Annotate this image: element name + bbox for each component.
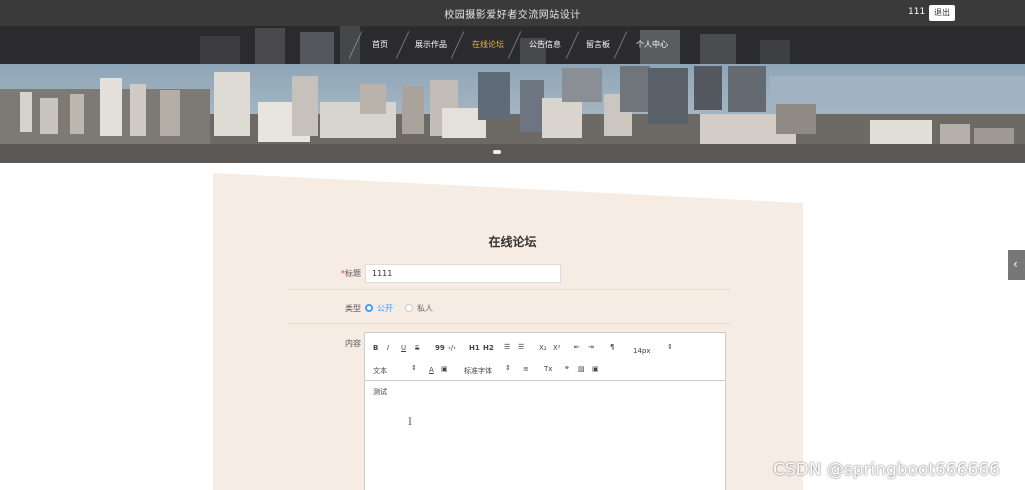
banner-indicator[interactable] — [493, 150, 501, 154]
city-banner-image — [0, 64, 1025, 163]
bullet-list-button[interactable]: ☰ — [518, 343, 524, 351]
italic-button[interactable]: I — [387, 344, 389, 352]
content-field-label: 内容 — [345, 339, 361, 348]
nav-item-forum[interactable]: 在线论坛 — [472, 39, 504, 50]
header1-button[interactable]: H1 — [469, 344, 480, 352]
background-color-button[interactable]: ▣ — [441, 365, 448, 373]
chevron-left-icon: ‹ — [1013, 257, 1018, 271]
subscript-button[interactable]: X₂ — [539, 344, 547, 352]
underline-button[interactable]: U — [401, 344, 406, 352]
video-button[interactable]: ▣ — [592, 365, 599, 373]
ordered-list-button[interactable]: ☰ — [504, 343, 510, 351]
text-direction-button[interactable]: ¶ — [610, 343, 614, 351]
bold-button[interactable]: B — [373, 344, 378, 352]
divider — [288, 289, 730, 290]
divider — [288, 323, 730, 324]
header-select-chevron-icon[interactable]: ⇕ — [411, 364, 417, 372]
type-field-label: 类型 — [345, 304, 361, 313]
link-icon[interactable]: ⚭ — [564, 364, 570, 372]
align-button[interactable]: ≡ — [523, 365, 529, 373]
font-size-select[interactable]: 14px — [633, 347, 651, 355]
font-color-button[interactable]: A — [429, 366, 434, 374]
superscript-button[interactable]: X² — [553, 344, 561, 352]
indent-button[interactable]: ⇥ — [588, 343, 594, 351]
blockquote-button[interactable]: 99 — [435, 344, 445, 352]
nav-item-messages[interactable]: 留言板 — [586, 39, 610, 50]
logout-button[interactable]: 退出 — [929, 5, 955, 21]
title-label-text: 标题 — [345, 269, 361, 278]
radio-public-label[interactable]: 公开 — [377, 303, 393, 314]
watermark: CSDN @springboot666666 — [773, 460, 1000, 480]
code-block-button[interactable]: ‹/› — [448, 344, 456, 352]
title-field-label: *标题 — [341, 268, 361, 279]
editor-toolbar: B I U S 99 ‹/› H1 H2 ☰ ☰ X₂ X² ⇤ ⇥ ¶ 14p… — [365, 333, 725, 381]
top-bar: 校园摄影爱好者交流网站设计 111 退出 — [0, 0, 1025, 26]
nav-item-notices[interactable]: 公告信息 — [529, 39, 561, 50]
radio-private[interactable] — [405, 304, 413, 312]
radio-private-label[interactable]: 私人 — [417, 303, 433, 314]
header2-button[interactable]: H2 — [483, 344, 494, 352]
outdent-button[interactable]: ⇤ — [574, 343, 580, 351]
text-cursor-icon: I — [408, 417, 412, 428]
nav-item-profile[interactable]: 个人中心 — [636, 39, 668, 50]
page-title: 在线论坛 — [488, 235, 537, 249]
title-input[interactable] — [365, 264, 561, 283]
side-panel-toggle[interactable]: ‹ — [1008, 250, 1025, 280]
rich-text-editor[interactable]: B I U S 99 ‹/› H1 H2 ☰ ☰ X₂ X² ⇤ ⇥ ¶ 14p… — [364, 332, 726, 490]
font-size-chevron-icon[interactable]: ⇕ — [667, 343, 673, 351]
strike-button[interactable]: S — [415, 344, 419, 352]
image-button[interactable]: ▨ — [578, 365, 585, 373]
current-user-name: 111 — [908, 7, 926, 17]
font-family-chevron-icon[interactable]: ⇕ — [505, 364, 511, 372]
nav-item-home[interactable]: 首页 — [372, 39, 388, 50]
city-banner — [0, 64, 1025, 163]
main-nav: 首页 展示作品 在线论坛 公告信息 留言板 个人中心 — [0, 26, 1025, 64]
font-family-select[interactable]: 标准字体 — [464, 366, 492, 376]
header-select[interactable]: 文本 — [373, 366, 387, 376]
clean-format-button[interactable]: Tx — [544, 365, 552, 373]
site-title: 校园摄影爱好者交流网站设计 — [444, 10, 581, 21]
editor-content[interactable]: 测试 — [373, 387, 387, 397]
radio-public[interactable] — [365, 304, 373, 312]
nav-item-works[interactable]: 展示作品 — [415, 39, 447, 50]
